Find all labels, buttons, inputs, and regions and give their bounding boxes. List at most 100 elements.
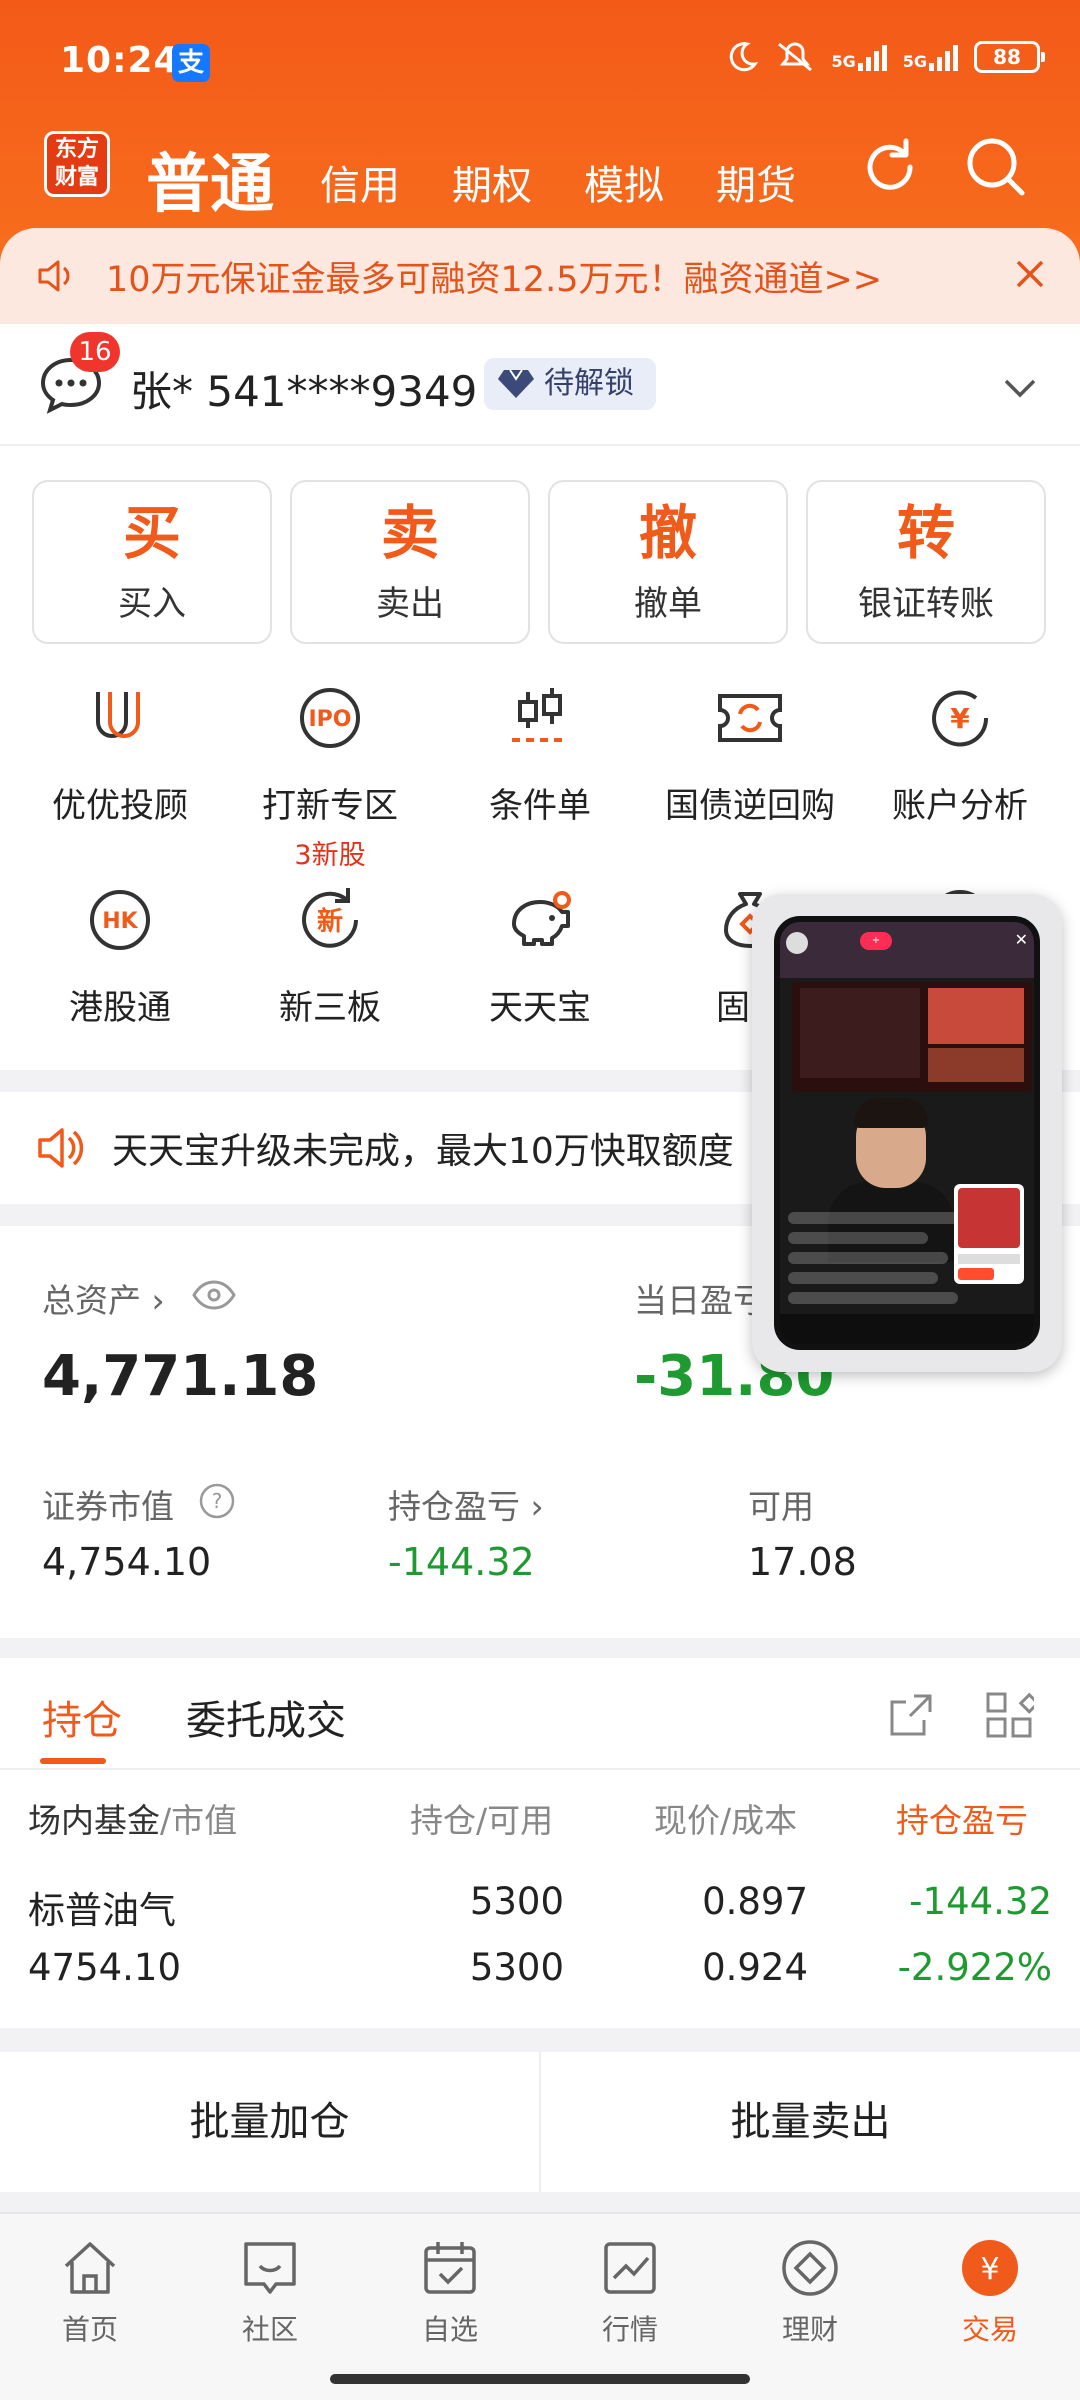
buy-button[interactable]: 买 买入	[32, 480, 272, 644]
svg-text:?: ?	[212, 1489, 223, 1513]
tab-futures[interactable]: 期货	[716, 153, 796, 211]
holding-cost: 0.924	[702, 1946, 808, 1989]
grid-item-tiantianbao[interactable]: 天天宝	[440, 880, 640, 1029]
nav-market-label: 行情	[601, 2313, 658, 2346]
floating-live-video[interactable]: + ✕	[752, 894, 1062, 1372]
diamond-icon	[498, 369, 534, 398]
hk-stock-icon: HK	[90, 890, 150, 950]
battery-indicator: 88	[974, 41, 1045, 73]
account-name: 张* 541****9349	[130, 367, 478, 416]
nav-trade[interactable]: ¥ 交易	[920, 2236, 1060, 2348]
nav-home[interactable]: 首页	[20, 2236, 160, 2348]
brand-logo[interactable]: 东方 财富	[44, 131, 110, 197]
grid-item-advisor[interactable]: 优优投顾	[20, 678, 220, 827]
grid-view-icon[interactable]	[984, 1690, 1034, 1740]
condition-order-label: 条件单	[489, 786, 591, 826]
share-icon[interactable]	[886, 1690, 936, 1740]
batch-sell-button[interactable]: 批量卖出	[541, 2052, 1080, 2192]
tab-simulation[interactable]: 模拟	[584, 153, 664, 211]
vip-status-badge[interactable]: 待解锁	[484, 358, 656, 410]
close-icon[interactable]	[1010, 254, 1050, 294]
col-header-fund[interactable]: 场内基金/市值	[28, 1794, 237, 1842]
streamer-avatar[interactable]	[786, 932, 808, 954]
top-nav: 东方 财富 普通 信用 期权 模拟 期货	[0, 125, 1080, 225]
nav-watchlist[interactable]: 自选	[380, 2236, 520, 2348]
tab-options[interactable]: 期权	[452, 153, 532, 211]
live-video-screen[interactable]: + ✕	[774, 916, 1040, 1350]
home-indicator[interactable]	[330, 2374, 750, 2384]
tab-orders[interactable]: 委托成交	[186, 1688, 346, 1746]
grid-item-account-analysis[interactable]: ¥ 账户分析	[860, 678, 1060, 827]
chat-line	[788, 1292, 958, 1304]
nav-community[interactable]: 社区	[200, 2236, 340, 2348]
account-analysis-label: 账户分析	[892, 786, 1028, 826]
sell-glyph: 卖	[380, 499, 439, 567]
sell-label: 卖出	[376, 584, 444, 624]
grid-item-hk-connect[interactable]: HK 港股通	[20, 880, 220, 1029]
hk-connect-label: 港股通	[69, 988, 171, 1028]
refresh-icon[interactable]	[858, 135, 922, 199]
message-badge: 16	[70, 332, 120, 372]
grid-item-condition-order[interactable]: 条件单	[440, 678, 640, 827]
status-bar: 10:24 支 5G 5G 88	[0, 0, 1080, 125]
transfer-label: 银证转账	[858, 584, 994, 624]
live-video-toolbar	[780, 1314, 1034, 1344]
grid-item-ipo[interactable]: IPO 打新专区 3新股	[230, 678, 430, 872]
batch-actions: 批量加仓 批量卖出	[0, 2052, 1080, 2192]
chevron-down-icon[interactable]	[1000, 368, 1040, 408]
nav-watchlist-label: 自选	[421, 2313, 478, 2346]
nav-wealth-label: 理财	[781, 2313, 838, 2346]
watchlist-icon	[424, 2242, 476, 2294]
bottom-nav: 首页 社区 自选 行情 理财 ¥ 交易	[0, 2212, 1080, 2400]
nav-market[interactable]: 行情	[560, 2236, 700, 2348]
position-pl-label[interactable]: 持仓盈亏 ›	[388, 1480, 544, 1528]
chat-line	[788, 1232, 928, 1244]
advisor-label: 优优投顾	[52, 786, 188, 826]
daily-pl-label: 当日盈亏	[634, 1281, 766, 1320]
batch-add-button[interactable]: 批量加仓	[0, 2052, 539, 2192]
new-third-board-icon: 新	[302, 888, 358, 948]
available-label: 可用	[748, 1487, 814, 1526]
chat-line	[788, 1212, 958, 1224]
search-icon[interactable]	[964, 135, 1028, 199]
grid-item-new-third-board[interactable]: 新 新三板	[230, 880, 430, 1029]
tab-normal[interactable]: 普通	[146, 133, 274, 225]
bank-transfer-button[interactable]: 转 银证转账	[806, 480, 1046, 644]
holdings-panel: 持仓 委托成交 场内基金/市值 持仓/可用 现价/成本 持仓盈亏 标普油气 47…	[0, 1658, 1080, 2028]
cancel-order-button[interactable]: 撤 撤单	[548, 480, 788, 644]
tab-credit[interactable]: 信用	[320, 153, 400, 211]
live-video-header: + ✕	[780, 922, 1034, 978]
follow-button[interactable]: +	[860, 932, 892, 950]
col-header-pl[interactable]: 持仓盈亏	[896, 1794, 1028, 1842]
signal-indicator-1: 5G	[831, 43, 887, 71]
ipo-sub-label: 3新股	[294, 840, 366, 871]
market-icon	[604, 2242, 656, 2294]
speaker-icon	[38, 1128, 84, 1168]
nav-home-label: 首页	[61, 2313, 118, 2346]
account-analysis-icon: ¥	[932, 690, 989, 747]
cancel-label: 撤单	[634, 584, 702, 624]
col-header-position[interactable]: 持仓/可用	[410, 1794, 553, 1842]
grid-item-repo[interactable]: 国债逆回购	[650, 678, 850, 827]
repo-icon	[718, 694, 782, 742]
eye-icon[interactable]	[192, 1280, 236, 1310]
position-pl-value: -144.32	[388, 1540, 535, 1584]
promo-banner[interactable]: 10万元保证金最多可融资12.5万元！融资通道>>	[0, 228, 1080, 324]
tab-positions[interactable]: 持仓	[42, 1688, 122, 1746]
col-header-price[interactable]: 现价/成本	[654, 1794, 797, 1842]
promo-text[interactable]: 10万元保证金最多可融资12.5万元！融资通道>>	[106, 251, 882, 302]
total-assets-value: 4,771.18	[42, 1344, 319, 1409]
close-icon[interactable]: ✕	[1015, 930, 1028, 949]
help-icon[interactable]: ?	[198, 1482, 236, 1520]
account-row[interactable]: 16 张* 541****9349 待解锁	[0, 324, 1080, 446]
svg-text:HK: HK	[102, 909, 138, 934]
trade-icon: ¥	[962, 2240, 1018, 2296]
chat-line	[788, 1272, 938, 1284]
repo-label: 国债逆回购	[665, 786, 835, 826]
sell-button[interactable]: 卖 卖出	[290, 480, 530, 644]
status-icons: 5G 5G 88	[725, 40, 1045, 74]
advisor-icon	[96, 692, 140, 738]
total-assets-label[interactable]: 总资产 ›	[42, 1274, 165, 1322]
product-card[interactable]	[954, 1184, 1024, 1284]
nav-wealth[interactable]: 理财	[740, 2236, 880, 2348]
